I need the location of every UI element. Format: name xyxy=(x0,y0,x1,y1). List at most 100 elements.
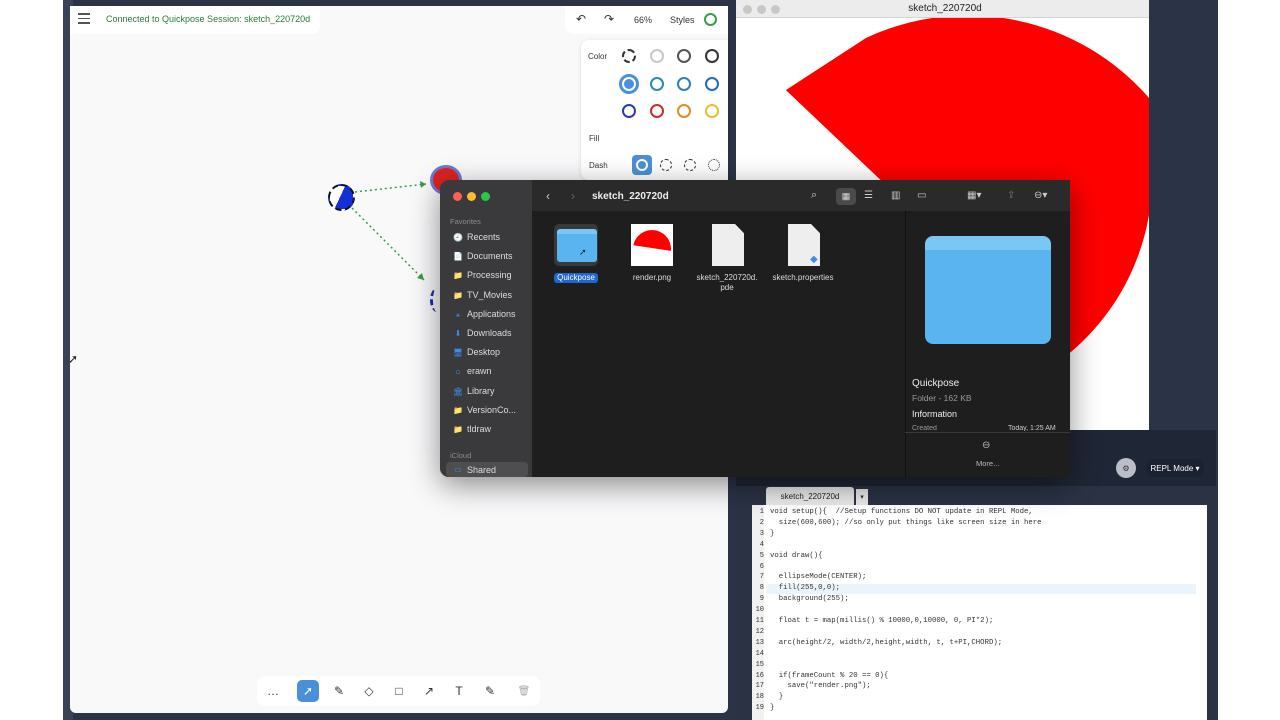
sidebar-item-icon: 📁 xyxy=(453,271,463,281)
sidebar-item[interactable]: Desktop xyxy=(467,347,500,357)
back-icon[interactable]: ‹ xyxy=(546,189,550,203)
debug-icon[interactable]: ⚙ xyxy=(1116,458,1136,478)
list-view-icon[interactable]: ☰ xyxy=(864,190,873,201)
finder-zoom-button[interactable] xyxy=(481,192,490,201)
shared-folder-icon: ▭ xyxy=(454,465,462,474)
line-number: 14 xyxy=(755,649,764,658)
search-icon[interactable]: ⌕ xyxy=(811,189,817,202)
dash-dotted-icon[interactable] xyxy=(684,159,696,171)
zoom-level[interactable]: 66% xyxy=(634,15,652,25)
line-number: 2 xyxy=(759,518,764,527)
code-line[interactable]: fill(255,0,0); xyxy=(770,584,840,592)
tab-menu-icon[interactable]: ▾ xyxy=(856,489,868,505)
text-icon[interactable]: T xyxy=(448,680,470,702)
line-number: 12 xyxy=(755,627,764,636)
code-line[interactable]: } xyxy=(770,693,783,701)
group-icon[interactable]: ▦▾ xyxy=(967,190,981,201)
color-swatch[interactable] xyxy=(649,49,664,63)
sidebar-item-shared[interactable]: Shared xyxy=(467,465,496,475)
code-line[interactable]: } xyxy=(770,704,774,712)
code-line[interactable]: size(600,600); //so only put things like… xyxy=(770,519,1042,527)
column-view-icon[interactable]: ▥ xyxy=(891,190,900,201)
code-line[interactable]: arc(height/2, width/2,height,width, t, t… xyxy=(770,639,1002,647)
dash-draw-icon[interactable] xyxy=(708,159,720,171)
line-number: 13 xyxy=(755,638,764,647)
sidebar-item[interactable]: Processing xyxy=(467,270,512,280)
sidebar-item[interactable]: TV_Movies xyxy=(467,290,512,300)
file-name[interactable]: sketch.properties xyxy=(767,273,839,283)
line-number: 3 xyxy=(759,529,764,538)
color-swatch[interactable] xyxy=(622,104,636,118)
share-icon[interactable]: ⇪ xyxy=(1007,190,1015,201)
window-minimize-button[interactable] xyxy=(757,5,766,14)
finder-minimize-button[interactable] xyxy=(467,192,476,201)
file-name[interactable]: Quickpose xyxy=(554,273,598,283)
sidebar-item[interactable]: tldraw xyxy=(467,424,491,434)
sidebar-item[interactable]: Documents xyxy=(467,251,513,261)
sidebar-item-icon: ⚹ xyxy=(455,309,461,319)
code-line[interactable]: background(255); xyxy=(770,595,849,603)
forward-icon[interactable]: › xyxy=(571,189,575,203)
file-name[interactable]: sketch_220720d. pde xyxy=(691,273,763,293)
edit-icon[interactable]: ✎ xyxy=(479,680,501,702)
file-name[interactable]: render.png xyxy=(616,273,688,283)
more-icon[interactable]: ⊖ xyxy=(982,440,990,451)
image-file-icon[interactable] xyxy=(631,224,673,266)
styles-button[interactable]: Styles xyxy=(670,15,695,25)
color-swatch[interactable] xyxy=(677,104,691,118)
pencil-icon[interactable]: ✎ xyxy=(328,680,350,702)
repl-mode-dropdown[interactable]: REPL Mode ▾ xyxy=(1146,459,1204,477)
color-swatch[interactable] xyxy=(649,76,664,91)
code-line[interactable]: } xyxy=(770,530,774,538)
document-icon[interactable] xyxy=(712,224,744,266)
sidebar-item-icon: 📁 xyxy=(453,290,463,300)
color-swatch[interactable] xyxy=(704,104,719,118)
tab-sketch[interactable]: sketch_220720d xyxy=(766,487,854,505)
color-swatch[interactable] xyxy=(619,73,639,94)
more-button[interactable]: More... xyxy=(976,459,999,468)
code-line[interactable]: save("render.png"); xyxy=(770,682,871,690)
dash-dashed-icon[interactable] xyxy=(660,159,672,171)
sidebar-item[interactable]: erawn xyxy=(467,366,492,376)
finder-title: sketch_220720d xyxy=(592,191,669,202)
undo-icon[interactable]: ↶ xyxy=(576,12,586,26)
sketch-node[interactable] xyxy=(328,184,355,211)
more-section xyxy=(905,432,1070,477)
code-line[interactable]: float t = map(millis() % 10000,0,10000, … xyxy=(770,617,994,625)
sidebar-item[interactable]: Library xyxy=(467,386,495,396)
sidebar-item[interactable]: Downloads xyxy=(467,328,512,338)
repl-mode-label: REPL Mode xyxy=(1150,463,1194,473)
icon-view-icon[interactable]: ▦ xyxy=(836,188,856,205)
menu-icon[interactable] xyxy=(78,13,90,27)
code-line[interactable]: ellipseMode(CENTER); xyxy=(770,573,867,581)
arrow-icon[interactable]: ↗ xyxy=(418,680,440,702)
window-close-button[interactable] xyxy=(743,5,752,14)
code-line[interactable]: void draw(){ xyxy=(770,552,823,560)
preview-meta: Folder - 162 KB xyxy=(912,393,972,403)
sidebar-item-icon: 🖥 xyxy=(452,348,464,358)
color-swatch[interactable] xyxy=(677,49,691,63)
color-swatch[interactable] xyxy=(704,76,719,91)
color-swatch[interactable] xyxy=(649,104,664,118)
action-icon[interactable]: ⊖▾ xyxy=(1034,190,1047,201)
sidebar-item[interactable]: Recents xyxy=(467,232,500,242)
redo-icon[interactable]: ↷ xyxy=(604,12,614,26)
folder-icon[interactable] xyxy=(557,229,597,262)
sidebar-item[interactable]: Applications xyxy=(467,309,516,319)
color-swatch[interactable] xyxy=(622,49,636,63)
line-number: 6 xyxy=(759,562,764,571)
code-line[interactable]: void setup(){ //Setup functions DO NOT u… xyxy=(770,508,1033,516)
trash-icon[interactable]: 🗑 xyxy=(513,680,535,702)
window-zoom-button[interactable] xyxy=(771,5,780,14)
code-line[interactable]: if(frameCount % 20 == 0){ xyxy=(770,672,888,680)
color-swatch[interactable] xyxy=(704,49,719,63)
eraser-icon[interactable]: ◇ xyxy=(358,680,380,702)
rectangle-icon[interactable]: □ xyxy=(388,680,410,702)
more-tools-button[interactable]: … xyxy=(262,680,284,702)
finder-close-button[interactable] xyxy=(453,192,462,201)
select-icon[interactable]: ➚ xyxy=(297,680,319,702)
sidebar-item[interactable]: VersionCo... xyxy=(467,405,516,415)
gallery-view-icon[interactable]: ▭ xyxy=(917,190,926,201)
current-color-icon[interactable] xyxy=(704,13,717,26)
color-swatch[interactable] xyxy=(677,76,691,91)
